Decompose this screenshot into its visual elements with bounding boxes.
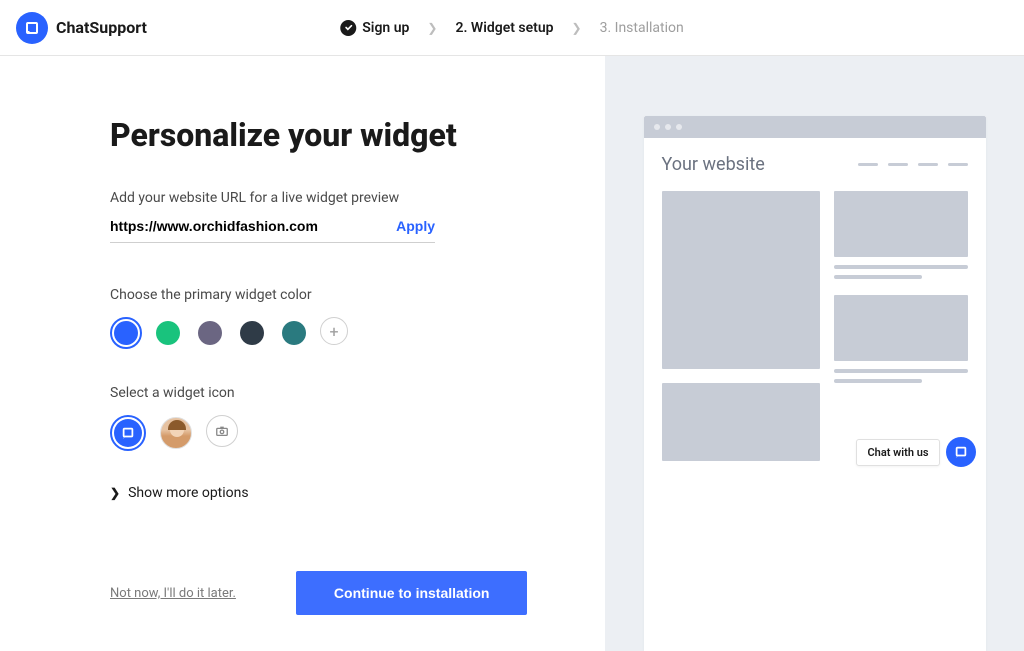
step-widget: 2. Widget setup	[455, 20, 553, 36]
apply-button[interactable]: Apply	[386, 218, 435, 234]
camera-icon	[215, 424, 229, 438]
icon-picker	[110, 415, 605, 451]
widget-default-icon[interactable]	[110, 415, 146, 451]
continue-button[interactable]: Continue to installation	[296, 571, 528, 615]
form-panel: Personalize your widget Add your website…	[0, 56, 605, 651]
chevron-right-icon: ❯	[110, 486, 120, 500]
preview-panel: Your website	[605, 56, 1024, 651]
placeholder-line	[948, 163, 968, 166]
step-install-label: 3. Installation	[600, 20, 684, 36]
placeholder-line	[834, 379, 922, 383]
color-swatch-purple[interactable]	[194, 317, 226, 349]
chevron-right-icon: ❯	[572, 21, 582, 35]
placeholder-line	[858, 163, 878, 166]
color-label: Choose the primary widget color	[110, 287, 605, 303]
color-picker: +	[110, 317, 605, 349]
page-title: Personalize your widget	[110, 116, 605, 154]
url-label: Add your website URL for a live widget p…	[110, 190, 605, 206]
progress-steps: Sign up ❯ 2. Widget setup ❯ 3. Installat…	[340, 20, 683, 36]
placeholder-line	[918, 163, 938, 166]
skip-link[interactable]: Not now, I'll do it later.	[110, 586, 236, 601]
brand-name: ChatSupport	[56, 18, 147, 37]
step-signup: Sign up	[340, 20, 409, 36]
placeholder-line	[834, 369, 968, 373]
color-swatch-navy[interactable]	[236, 317, 268, 349]
placeholder-block	[662, 191, 820, 369]
swatch-icon	[198, 321, 222, 345]
main: Personalize your widget Add your website…	[0, 56, 1024, 651]
preview-col-left	[662, 191, 820, 461]
browser-preview: Your website	[644, 116, 986, 651]
swatch-icon	[240, 321, 264, 345]
brand-logo: ChatSupport	[16, 12, 147, 44]
window-dot-icon	[676, 124, 682, 130]
color-swatch-blue[interactable]	[110, 317, 142, 349]
widget-avatar-icon[interactable]	[158, 415, 194, 451]
avatar-icon	[160, 417, 192, 449]
placeholder-line	[888, 163, 908, 166]
chat-widget-preview: Chat with us	[856, 437, 975, 467]
window-dot-icon	[665, 124, 671, 130]
chat-square-icon	[954, 445, 968, 459]
preview-body: Your website	[644, 138, 986, 491]
show-more-label: Show more options	[128, 485, 249, 501]
swatch-icon	[282, 321, 306, 345]
url-field-row: Apply	[110, 218, 435, 243]
chat-widget-bubble[interactable]	[946, 437, 976, 467]
preview-nav-placeholder	[858, 163, 968, 166]
swatch-icon	[114, 321, 138, 345]
preview-site-label: Your website	[662, 154, 765, 175]
form-footer: Not now, I'll do it later. Continue to i…	[110, 571, 605, 615]
website-url-input[interactable]	[110, 218, 386, 234]
step-install: 3. Installation	[600, 20, 684, 36]
placeholder-line	[834, 275, 922, 279]
step-signup-label: Sign up	[362, 20, 409, 36]
placeholder-block	[834, 191, 968, 257]
preview-col-right	[834, 191, 968, 461]
upload-icon-button[interactable]	[206, 415, 238, 447]
browser-chrome	[644, 116, 986, 138]
color-swatch-green[interactable]	[152, 317, 184, 349]
placeholder-line	[834, 265, 968, 269]
step-widget-label: 2. Widget setup	[455, 20, 553, 36]
window-dot-icon	[654, 124, 660, 130]
placeholder-block	[662, 383, 820, 461]
swatch-icon	[156, 321, 180, 345]
brand-icon	[16, 12, 48, 44]
show-more-toggle[interactable]: ❯ Show more options	[110, 485, 605, 501]
preview-grid	[662, 191, 968, 461]
header: ChatSupport Sign up ❯ 2. Widget setup ❯ …	[0, 0, 1024, 56]
chat-square-icon	[114, 419, 142, 447]
placeholder-block	[834, 295, 968, 361]
add-color-button[interactable]: +	[320, 317, 348, 345]
preview-header: Your website	[662, 154, 968, 175]
check-icon	[340, 20, 356, 36]
icon-label: Select a widget icon	[110, 385, 605, 401]
color-swatch-teal[interactable]	[278, 317, 310, 349]
chevron-right-icon: ❯	[427, 21, 437, 35]
chat-widget-label: Chat with us	[856, 439, 939, 466]
